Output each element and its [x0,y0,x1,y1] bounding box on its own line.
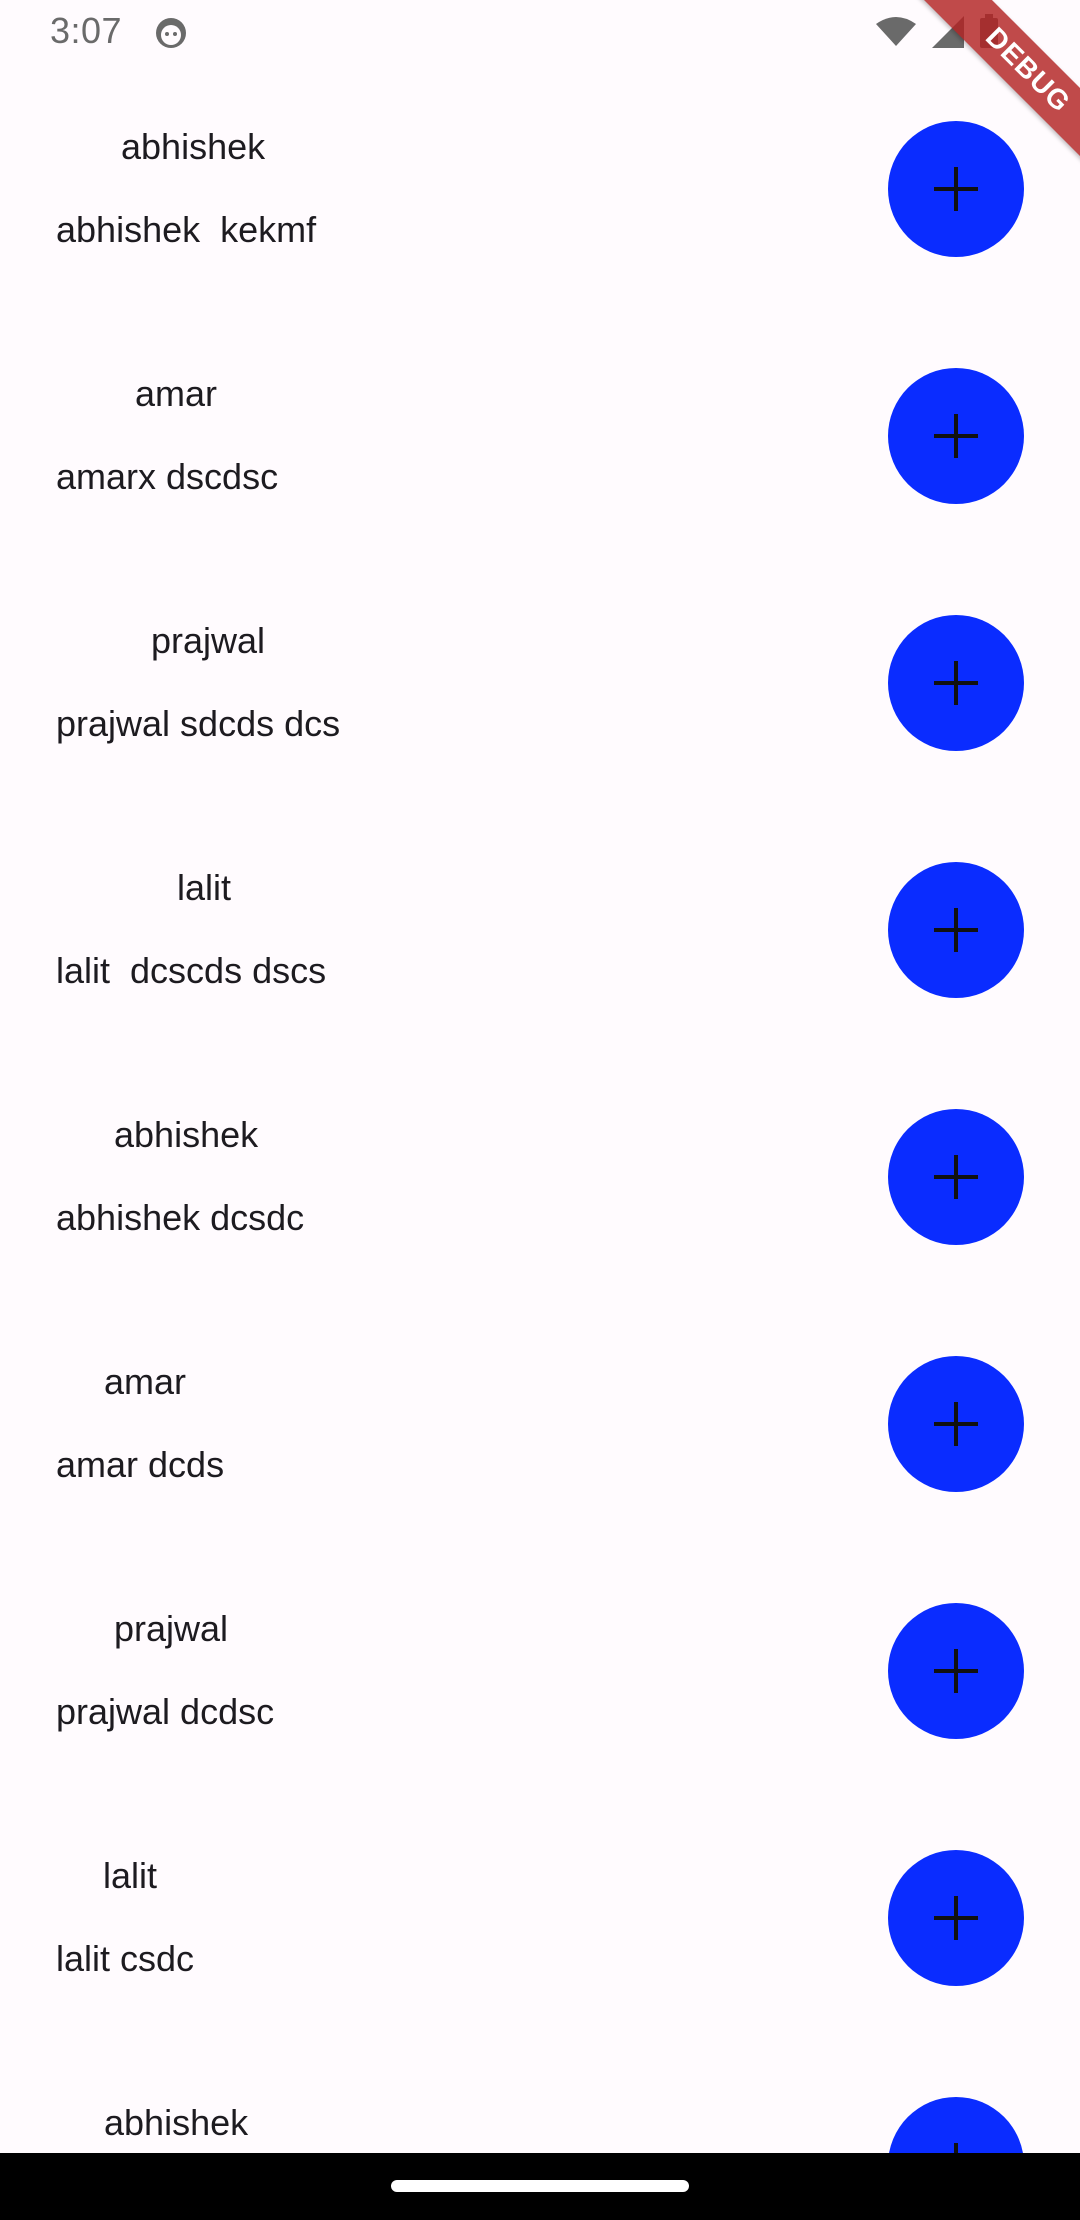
item-text: abhishek [56,2044,756,2153]
system-nav-bar [0,2153,1080,2220]
add-button[interactable] [888,368,1024,504]
status-bar: 3:07 [0,0,1080,68]
status-time: 3:07 [50,10,123,51]
item-subtitle: abhishek kekmf [56,209,317,250]
list-item: lalit lalit dcscds dscs [0,809,1080,1056]
add-button[interactable] [888,615,1024,751]
add-button[interactable] [888,862,1024,998]
item-text: abhishek abhishek dcsdc [56,1056,756,1256]
list-item: abhishek [0,2044,1080,2153]
item-text: prajwal prajwal dcdsc [56,1550,756,1750]
item-title: abhishek [104,2102,249,2143]
item-title: lalit [103,1855,158,1896]
item-text: lalit lalit dcscds dscs [56,809,756,1009]
item-text: abhishek abhishek kekmf [56,68,756,268]
add-button[interactable] [888,121,1024,257]
list-item: abhishek abhishek dcsdc [0,1056,1080,1303]
status-icons [876,14,998,48]
item-subtitle: amarx dscdsc [56,456,279,497]
item-title: prajwal [114,1608,229,1649]
plus-icon [934,1155,978,1199]
item-subtitle: amar dcds [56,1444,225,1485]
add-button[interactable] [888,1603,1024,1739]
list-item: lalit lalit csdc [0,1797,1080,2044]
plus-icon [934,1402,978,1446]
home-gesture-handle[interactable] [391,2180,689,2192]
add-button[interactable] [888,1850,1024,1986]
plus-icon [954,2143,958,2153]
item-subtitle: lalit dcscds dscs [56,950,327,991]
list-item: abhishek abhishek kekmf [0,68,1080,315]
list-item: prajwal prajwal dcdsc [0,1550,1080,1797]
item-subtitle: prajwal dcdsc [56,1691,275,1732]
add-button[interactable] [888,2097,1024,2153]
plus-icon [934,414,978,458]
item-title: lalit [177,867,232,908]
item-text: amar amar dcds [56,1303,756,1503]
item-subtitle: prajwal sdcds dcs [56,703,341,744]
item-subtitle: lalit csdc [56,1938,195,1979]
app-face-icon [156,18,186,48]
item-title: prajwal [151,620,266,661]
list-item: amar amarx dscdsc [0,315,1080,562]
add-button[interactable] [888,1109,1024,1245]
contact-list[interactable]: abhishek abhishek kekmf amar amarx dscds… [0,68,1080,2153]
plus-icon [934,908,978,952]
list-item: prajwal prajwal sdcds dcs [0,562,1080,809]
list-item: amar amar dcds [0,1303,1080,1550]
cell-signal-icon [932,16,964,48]
plus-icon [934,1649,978,1693]
item-text: lalit lalit csdc [56,1797,756,1997]
item-subtitle: abhishek dcsdc [56,1197,305,1238]
item-title: abhishek [121,126,266,167]
battery-icon [980,18,998,48]
item-title: abhishek [114,1114,259,1155]
plus-icon [934,1896,978,1940]
add-button[interactable] [888,1356,1024,1492]
item-text: amar amarx dscdsc [56,315,756,515]
item-title: amar [135,373,218,414]
plus-icon [934,167,978,211]
item-title: amar [104,1361,187,1402]
plus-icon [934,661,978,705]
wifi-icon [876,17,916,46]
item-text: prajwal prajwal sdcds dcs [56,562,756,762]
